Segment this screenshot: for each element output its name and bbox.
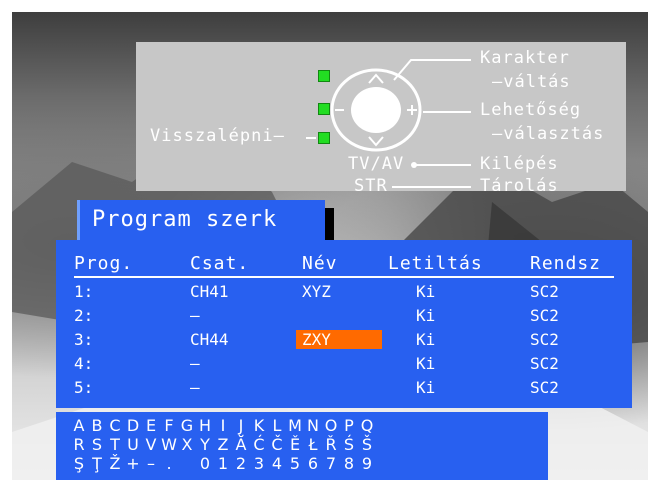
- char-key[interactable]: P: [340, 416, 358, 435]
- char-key[interactable]: C: [106, 416, 124, 435]
- char-key[interactable]: 2: [232, 454, 250, 473]
- system-cell[interactable]: SC2: [530, 354, 559, 373]
- char-key[interactable]: K: [250, 416, 268, 435]
- lock-cell[interactable]: Ki: [416, 282, 435, 301]
- char-key[interactable]: Š: [358, 435, 376, 454]
- char-key[interactable]: 9: [358, 454, 376, 473]
- col-header-rendszer: Rendsz: [530, 253, 602, 274]
- char-key[interactable]: N: [304, 416, 322, 435]
- char-key[interactable]: Ă: [232, 435, 250, 454]
- prog-number: 2:: [74, 306, 94, 325]
- char-key[interactable]: D: [124, 416, 142, 435]
- char-key[interactable]: Y: [196, 435, 214, 454]
- channel-cell: –: [190, 378, 200, 397]
- char-key[interactable]: Ş: [70, 454, 88, 473]
- char-key[interactable]: Ś: [340, 435, 358, 454]
- lehetoseg-label: Lehetőség: [480, 100, 582, 120]
- lock-cell[interactable]: Ki: [416, 378, 435, 397]
- system-cell[interactable]: SC2: [530, 306, 559, 325]
- char-key[interactable]: 1: [214, 454, 232, 473]
- char-key[interactable]: W: [160, 435, 178, 454]
- char-key[interactable]: Ł: [304, 435, 322, 454]
- char-key[interactable]: I: [214, 416, 232, 435]
- char-key[interactable]: 3: [250, 454, 268, 473]
- system-cell[interactable]: SC2: [530, 330, 559, 349]
- char-key[interactable]: 4: [268, 454, 286, 473]
- channel-cell: CH44: [190, 330, 229, 349]
- karakter-valtas-label: –váltás: [492, 72, 571, 92]
- system-cell[interactable]: SC2: [530, 282, 559, 301]
- col-header-prog: Prog.: [74, 253, 134, 274]
- header-divider: [74, 276, 614, 278]
- char-key[interactable]: 6: [304, 454, 322, 473]
- menu-title-tab: Program szerk: [77, 200, 325, 242]
- char-key[interactable]: Ř: [322, 435, 340, 454]
- lehetoseg-valasztas-label: –választás: [492, 124, 605, 144]
- char-key[interactable]: X: [178, 435, 196, 454]
- tvav-label: TV/AV: [348, 154, 405, 174]
- char-key[interactable]: 8: [340, 454, 358, 473]
- karakter-label: Karakter: [480, 48, 570, 68]
- char-key[interactable]: Z: [214, 435, 232, 454]
- lock-cell[interactable]: Ki: [416, 354, 435, 373]
- char-key[interactable]: Č: [268, 435, 286, 454]
- char-key[interactable]: Ć: [250, 435, 268, 454]
- tv-screen: Visszalépni– Karakter –váltás Lehetőség …: [12, 12, 648, 480]
- char-key[interactable]: A: [70, 416, 88, 435]
- col-header-letiltas: Letiltás: [388, 253, 483, 274]
- character-picker: ABCDEFGHIJKLMNOPQ RSTUVWXYZĂĆČĚŁŘŚŠ Ş Ţ Ž +…: [56, 412, 548, 480]
- prog-number: 3:: [74, 330, 94, 349]
- prog-number: 4:: [74, 354, 94, 373]
- str-label: STR: [354, 176, 388, 196]
- char-key[interactable]: .: [160, 454, 178, 473]
- channel-cell: CH41: [190, 282, 229, 301]
- char-key[interactable]: R: [70, 435, 88, 454]
- char-row-3: Ş Ţ Ž + –. 0 1 2 3 4 5 6 7 8 9: [70, 454, 376, 473]
- char-key[interactable]: F: [160, 416, 178, 435]
- char-key[interactable]: J: [232, 416, 250, 435]
- lock-cell[interactable]: Ki: [416, 306, 435, 325]
- prog-number: 1:: [74, 282, 94, 301]
- system-cell[interactable]: SC2: [530, 378, 559, 397]
- char-key[interactable]: 7: [322, 454, 340, 473]
- char-key[interactable]: Ě: [286, 435, 304, 454]
- lock-cell[interactable]: Ki: [416, 330, 435, 349]
- col-header-csat: Csat.: [190, 253, 250, 274]
- program-table: Prog. Csat. Név Letiltás Rendsz 1: CH41 …: [56, 240, 632, 408]
- char-row-2: RSTUVWXYZĂĆČĚŁŘŚŠ: [70, 435, 376, 454]
- tarolas-label: Tárolás: [480, 176, 559, 196]
- char-key[interactable]: 5: [286, 454, 304, 473]
- char-key[interactable]: B: [88, 416, 106, 435]
- prog-number: 5:: [74, 378, 94, 397]
- help-panel: Visszalépni– Karakter –váltás Lehetőség …: [136, 42, 626, 196]
- channel-cell: –: [190, 354, 200, 373]
- char-key[interactable]: L: [268, 416, 286, 435]
- char-key[interactable]: 0: [196, 454, 214, 473]
- channel-cell: –: [190, 306, 200, 325]
- char-key[interactable]: +: [124, 454, 142, 473]
- name-cell-editing[interactable]: ZXY: [296, 330, 382, 349]
- char-key[interactable]: V: [142, 435, 160, 454]
- menu-title: Program szerk: [92, 207, 278, 232]
- char-key[interactable]: M: [286, 416, 304, 435]
- char-key[interactable]: –: [142, 454, 160, 473]
- char-key[interactable]: E: [142, 416, 160, 435]
- name-cell[interactable]: XYZ: [302, 282, 331, 301]
- char-key[interactable]: S: [88, 435, 106, 454]
- char-key[interactable]: Q: [358, 416, 376, 435]
- char-key[interactable]: U: [124, 435, 142, 454]
- char-key[interactable]: T: [106, 435, 124, 454]
- char-row-1: ABCDEFGHIJKLMNOPQ: [70, 416, 376, 435]
- char-key[interactable]: O: [322, 416, 340, 435]
- col-header-nev: Név: [302, 253, 338, 274]
- char-key[interactable]: Ž: [106, 454, 124, 473]
- kilepes-label: Kilépés: [480, 154, 559, 174]
- char-key[interactable]: Ţ: [88, 454, 106, 473]
- char-key[interactable]: G: [178, 416, 196, 435]
- char-key[interactable]: H: [196, 416, 214, 435]
